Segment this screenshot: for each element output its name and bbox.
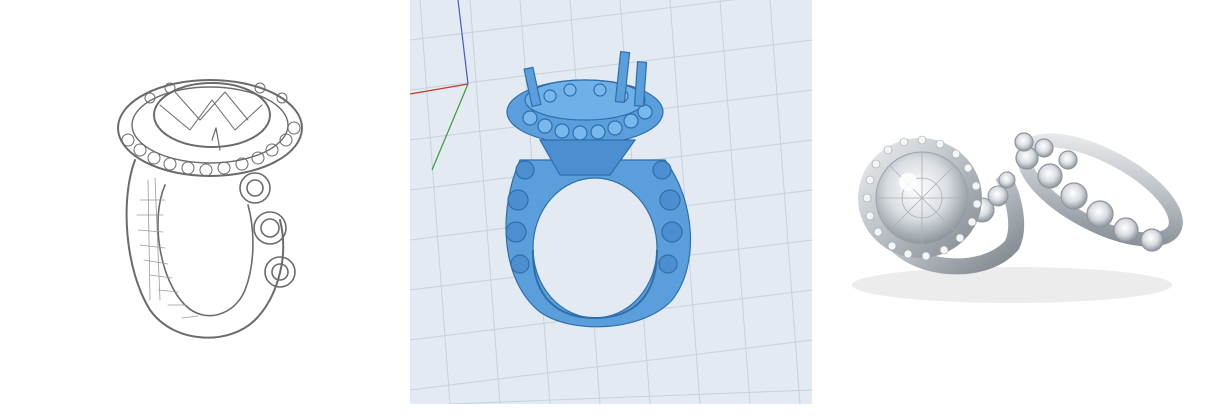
sketch-panel [0,0,410,404]
photo-panel [812,0,1214,404]
cad-panel [410,0,812,404]
ring-sketch-illustration [117,79,303,339]
ring-cad-model [410,0,812,404]
finished-rings-photo [852,132,1183,303]
